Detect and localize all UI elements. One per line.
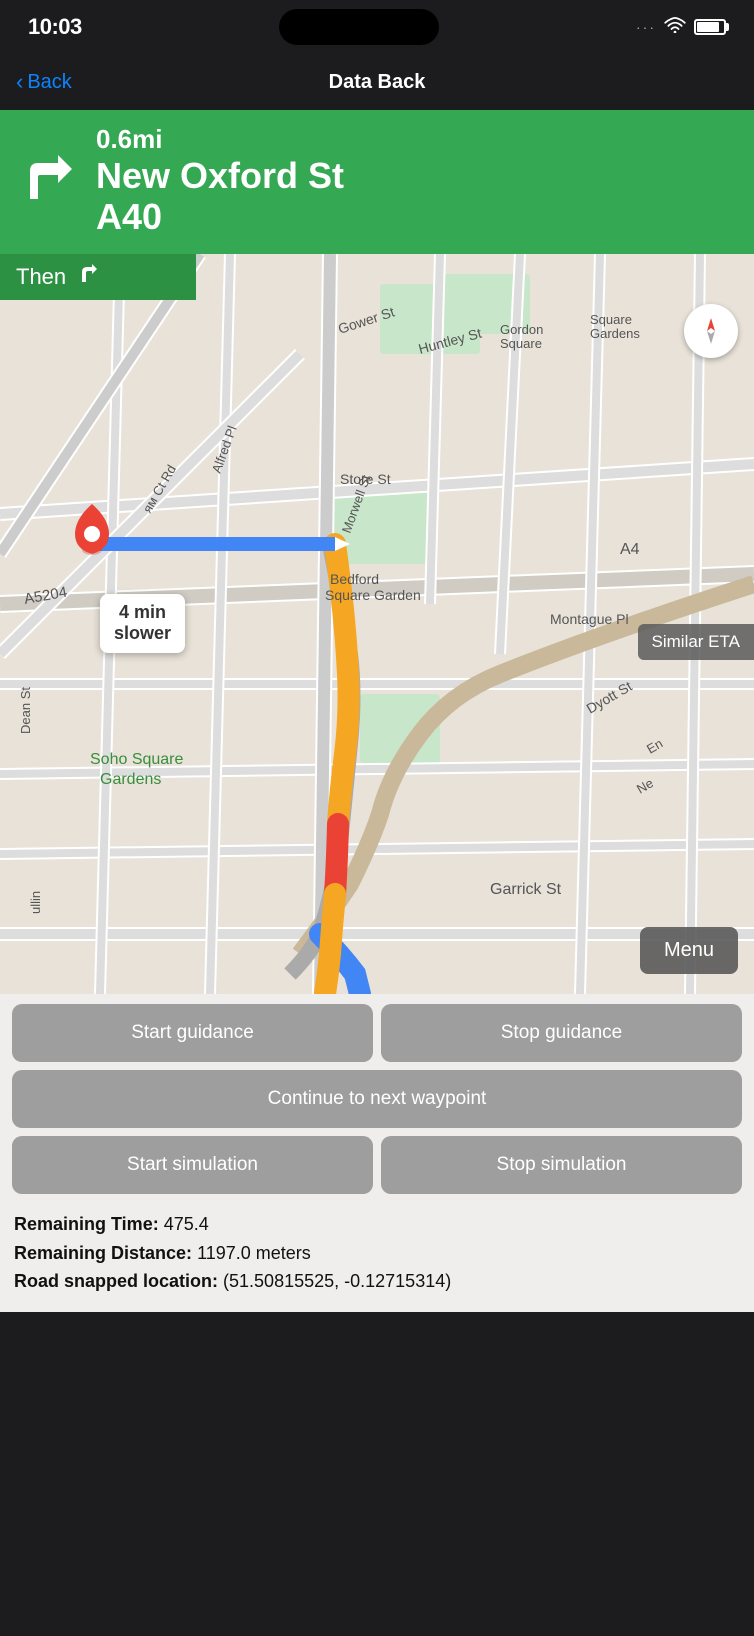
stop-simulation-button[interactable]: Stop simulation <box>381 1136 742 1194</box>
map-view[interactable]: Then <box>0 254 754 994</box>
svg-text:Soho Square: Soho Square <box>90 751 184 768</box>
simulation-button-row: Start simulation Stop simulation <box>12 1136 742 1194</box>
remaining-time-value: 475.4 <box>164 1214 209 1234</box>
svg-text:Montague Pl: Montague Pl <box>550 611 629 627</box>
svg-text:A4: A4 <box>620 541 640 558</box>
start-simulation-button[interactable]: Start simulation <box>12 1136 373 1194</box>
then-row: Then <box>0 254 196 300</box>
menu-button[interactable]: Menu <box>640 927 738 974</box>
slower-popup: 4 min slower <box>100 594 185 653</box>
then-turn-icon <box>76 262 100 292</box>
svg-text:Gardens: Gardens <box>590 326 640 341</box>
direction-street: New Oxford St <box>96 155 344 196</box>
signal-icon: ··· <box>636 19 656 35</box>
similar-eta-badge: Similar ETA <box>638 624 754 660</box>
direction-road: A40 <box>96 196 344 237</box>
svg-text:Gordon: Gordon <box>500 322 543 337</box>
remaining-distance-value: 1197.0 meters <box>197 1243 311 1263</box>
buttons-area: Start guidance Stop guidance Continue to… <box>0 994 754 1204</box>
then-label: Then <box>16 264 66 290</box>
road-snapped-value: (51.50815525, -0.12715314) <box>223 1271 451 1291</box>
svg-text:Square: Square <box>500 336 542 351</box>
remaining-distance-label: Remaining Distance: <box>14 1243 192 1263</box>
guidance-button-row: Start guidance Stop guidance <box>12 1004 742 1062</box>
compass[interactable] <box>684 304 738 358</box>
nav-bar: ‹ Back Data Back <box>0 54 754 110</box>
svg-text:ullin: ullin <box>28 891 43 914</box>
similar-eta-text: Similar ETA <box>652 632 740 651</box>
remaining-time-label: Remaining Time: <box>14 1214 159 1234</box>
status-icons: ··· <box>636 17 726 38</box>
stop-guidance-button[interactable]: Stop guidance <box>381 1004 742 1062</box>
back-label: Back <box>27 71 71 94</box>
start-guidance-button[interactable]: Start guidance <box>12 1004 373 1062</box>
dynamic-island <box>279 9 439 45</box>
slower-text-line1: 4 min <box>114 602 171 624</box>
status-time: 10:03 <box>28 14 82 40</box>
battery-icon <box>694 19 726 35</box>
waypoint-button-row: Continue to next waypoint <box>12 1070 742 1128</box>
remaining-time-line: Remaining Time: 475.4 <box>14 1210 740 1239</box>
remaining-distance-line: Remaining Distance: 1197.0 meters <box>14 1239 740 1268</box>
back-chevron-icon: ‹ <box>16 69 23 95</box>
page-title: Data Back <box>329 71 426 94</box>
back-button[interactable]: ‹ Back <box>16 69 72 95</box>
svg-text:Dean St: Dean St <box>18 686 33 733</box>
direction-banner: 0.6mi New Oxford St A40 <box>0 110 754 254</box>
svg-text:Gardens: Gardens <box>100 771 161 788</box>
info-area: Remaining Time: 475.4 Remaining Distance… <box>0 1204 754 1312</box>
svg-text:Square Garden: Square Garden <box>325 587 421 603</box>
menu-label: Menu <box>664 939 714 961</box>
road-snapped-label: Road snapped location: <box>14 1271 218 1291</box>
continue-waypoint-button[interactable]: Continue to next waypoint <box>12 1070 742 1128</box>
status-bar: 10:03 ··· <box>0 0 754 54</box>
svg-text:Bedford: Bedford <box>330 571 379 587</box>
slower-text-line2: slower <box>114 623 171 645</box>
road-snapped-line: Road snapped location: (51.50815525, -0.… <box>14 1267 740 1296</box>
svg-text:Garrick St: Garrick St <box>490 881 562 898</box>
distance-badge: 0.6mi <box>96 124 344 155</box>
svg-text:Square: Square <box>590 312 632 327</box>
wifi-icon <box>664 17 686 38</box>
direction-text: 0.6mi New Oxford St A40 <box>96 124 344 238</box>
turn-right-icon <box>20 151 80 211</box>
